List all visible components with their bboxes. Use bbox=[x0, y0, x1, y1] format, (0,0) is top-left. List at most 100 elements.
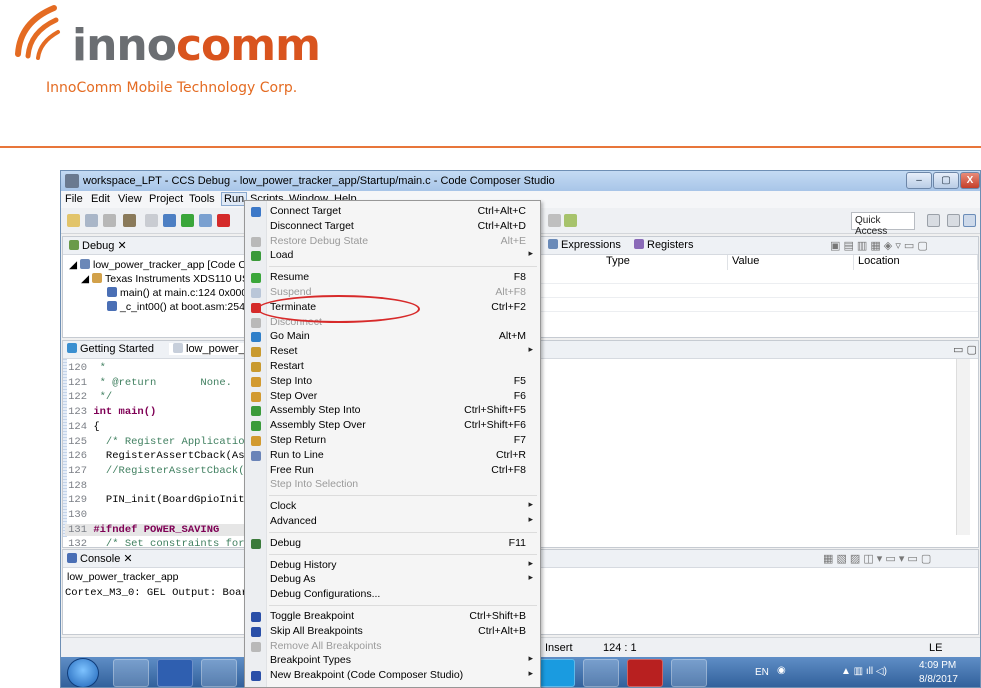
ccs-edit-perspective-icon[interactable] bbox=[963, 214, 976, 227]
line-ending: LE bbox=[929, 642, 943, 654]
column-location[interactable]: Location bbox=[854, 255, 978, 270]
clock-time[interactable]: 4:09 PM bbox=[919, 660, 956, 671]
menu-item-debug-configurations[interactable]: Debug Configurations... bbox=[245, 587, 540, 602]
code-line[interactable]: 127 //RegisterAssertCback(N bbox=[65, 465, 251, 477]
menu-item-reset[interactable]: Reset ▸ bbox=[245, 344, 540, 359]
column-type[interactable]: Type bbox=[602, 255, 728, 270]
code-line[interactable]: 123 int main() bbox=[65, 406, 156, 418]
menu-item-assembly-step-over[interactable]: Assembly Step Over Ctrl+Shift+F6 bbox=[245, 418, 540, 433]
clock-date[interactable]: 8/8/2017 bbox=[919, 674, 958, 685]
code-line[interactable]: 120 * bbox=[65, 362, 106, 374]
pin-toolbar-icon[interactable] bbox=[564, 214, 577, 227]
minimize-button[interactable]: – bbox=[906, 172, 932, 189]
tab-registers[interactable]: Registers bbox=[634, 239, 693, 251]
menu-item-advanced[interactable]: Advanced ▸ bbox=[245, 514, 540, 529]
menu-item-skip-all-breakpoints[interactable]: Skip All Breakpoints Ctrl+Alt+B bbox=[245, 624, 540, 639]
window-title: workspace_LPT - CCS Debug - low_power_tr… bbox=[83, 175, 555, 187]
code-line[interactable]: 129 PIN_init(BoardGpioInitT bbox=[65, 494, 251, 506]
open-perspective-icon[interactable] bbox=[145, 214, 158, 227]
close-button[interactable]: X bbox=[960, 172, 980, 189]
save-icon[interactable] bbox=[85, 214, 98, 227]
code-line[interactable]: 125 /* Register Application bbox=[65, 436, 251, 448]
column-value[interactable]: Value bbox=[728, 255, 854, 270]
menu-item-free-run[interactable]: Free Run Ctrl+F8 bbox=[245, 463, 540, 478]
code-line[interactable]: 122 */ bbox=[65, 391, 112, 403]
menu-item-run-to-line[interactable]: Run to Line Ctrl+R bbox=[245, 448, 540, 463]
menu-item-load[interactable]: Load ▸ bbox=[245, 248, 540, 263]
menu-item-connect-target[interactable]: Connect Target Ctrl+Alt+C bbox=[245, 204, 540, 219]
menu-item-breakpoint-types[interactable]: Breakpoint Types ▸ bbox=[245, 653, 540, 668]
skype-task-icon[interactable] bbox=[539, 659, 575, 687]
view-toolbar-icons[interactable]: ▣ ▤ ▥ ▦ ◈ ▿ ▭ ▢ bbox=[830, 239, 928, 252]
menu-edit[interactable]: Edit bbox=[91, 193, 110, 205]
menu-project[interactable]: Project bbox=[149, 193, 183, 205]
editor-scrollbar[interactable] bbox=[956, 359, 970, 535]
acrobat-task-icon[interactable] bbox=[627, 659, 663, 687]
tab-debug[interactable]: Debug ✕ bbox=[69, 239, 127, 252]
help-tray-icon[interactable]: ◉ bbox=[777, 665, 786, 676]
menu-item-disconnect-target[interactable]: Disconnect Target Ctrl+Alt+D bbox=[245, 219, 540, 234]
tab-getting-started[interactable]: Getting Started bbox=[67, 343, 154, 355]
menu-item-shortcut: F6 bbox=[513, 389, 526, 402]
code-line[interactable]: 130 bbox=[65, 509, 93, 521]
debug-perspective-icon[interactable] bbox=[947, 214, 960, 227]
word-task-icon[interactable] bbox=[157, 659, 193, 687]
menu-item-shortcut: Ctrl+F8 bbox=[491, 463, 526, 476]
maximize-button[interactable]: ▢ bbox=[933, 172, 959, 189]
new-icon[interactable] bbox=[67, 214, 80, 227]
code-line[interactable]: 128 bbox=[65, 480, 93, 492]
step-return-icon bbox=[251, 436, 261, 446]
terminate-toolbar-icon[interactable] bbox=[217, 214, 230, 227]
menu-tools[interactable]: Tools bbox=[189, 193, 215, 205]
outlook-task-icon[interactable] bbox=[113, 659, 149, 687]
code-line[interactable]: 124 { bbox=[65, 421, 100, 433]
tray-icons[interactable]: ▲ ▥ ıll ◁) bbox=[841, 666, 887, 677]
code-text: * @return None. bbox=[93, 376, 232, 389]
tab-expressions[interactable]: Expressions bbox=[548, 239, 621, 251]
ccs-task-icon[interactable] bbox=[583, 659, 619, 687]
menu-item-resume[interactable]: Resume F8 bbox=[245, 270, 540, 285]
menu-item-new-breakpoint-code-composer-studio[interactable]: New Breakpoint (Code Composer Studio) ▸ bbox=[245, 668, 540, 683]
menu-item-debug[interactable]: Debug F11 bbox=[245, 536, 540, 551]
menu-item-assembly-step-into[interactable]: Assembly Step Into Ctrl+Shift+F5 bbox=[245, 403, 540, 418]
explorer-task-icon[interactable] bbox=[201, 659, 237, 687]
paint-task-icon[interactable] bbox=[671, 659, 707, 687]
toolbar-dropdown-icon[interactable] bbox=[548, 214, 561, 227]
suspend-toolbar-icon[interactable] bbox=[199, 214, 212, 227]
console-toolbar-icons[interactable]: ▦ ▧ ▨ ◫ ▾ ▭ ▾ ▭ ▢ bbox=[823, 552, 931, 565]
editor-min-max-icons[interactable]: ▭ ▢ bbox=[953, 343, 977, 356]
menu-item-debug-history[interactable]: Debug History ▸ bbox=[245, 558, 540, 573]
language-indicator[interactable]: EN bbox=[755, 667, 769, 678]
windows-start-icon[interactable] bbox=[67, 658, 99, 687]
console-toggle-icon[interactable] bbox=[163, 214, 176, 227]
menu-item-restart[interactable]: Restart bbox=[245, 359, 540, 374]
code-line[interactable]: 121 * @return None. bbox=[65, 377, 232, 389]
submenu-arrow-icon: ▸ bbox=[528, 344, 533, 355]
go-main-icon bbox=[251, 332, 261, 343]
submenu-arrow-icon: ▸ bbox=[528, 248, 533, 259]
menu-item-go-main[interactable]: Go Main Alt+M bbox=[245, 329, 540, 344]
tree-row-target[interactable]: ◢ Texas Instruments XDS110 USB bbox=[81, 273, 256, 285]
menu-item-shortcut: Alt+M bbox=[498, 330, 526, 343]
menu-item-step-into[interactable]: Step Into F5 bbox=[245, 374, 540, 389]
menu-item-debug-as[interactable]: Debug As ▸ bbox=[245, 572, 540, 587]
menu-item-step-return[interactable]: Step Return F7 bbox=[245, 433, 540, 448]
code-text: PIN_init(BoardGpioInitT bbox=[93, 494, 251, 507]
perspective-icon[interactable] bbox=[927, 214, 940, 227]
quick-access-field[interactable]: Quick Access bbox=[851, 212, 915, 237]
build-hammer-icon[interactable] bbox=[123, 214, 136, 227]
menu-item-step-over[interactable]: Step Over F6 bbox=[245, 389, 540, 404]
menu-item-toggle-breakpoint[interactable]: Toggle Breakpoint Ctrl+Shift+B bbox=[245, 609, 540, 624]
menu-item-label: Clock bbox=[270, 500, 297, 513]
menu-view[interactable]: View bbox=[118, 193, 142, 205]
menu-file[interactable]: File bbox=[65, 193, 83, 205]
tree-row-frame-main[interactable]: main() at main.c:124 0x0000 bbox=[107, 287, 253, 299]
code-line[interactable]: 126 RegisterAssertCback(Ass bbox=[65, 450, 251, 462]
tab-console[interactable]: Console ✕ bbox=[67, 552, 133, 565]
resume-toolbar-icon[interactable] bbox=[181, 214, 194, 227]
tree-row-frame-cint[interactable]: _c_int00() at boot.asm:254 0 bbox=[107, 301, 254, 313]
menu-item-shortcut: Ctrl+Shift+F5 bbox=[464, 404, 526, 417]
menu-item-clock[interactable]: Clock ▸ bbox=[245, 499, 540, 514]
print-icon[interactable] bbox=[103, 214, 116, 227]
tree-row-project[interactable]: ◢ low_power_tracker_app [Code Cor bbox=[69, 259, 255, 271]
